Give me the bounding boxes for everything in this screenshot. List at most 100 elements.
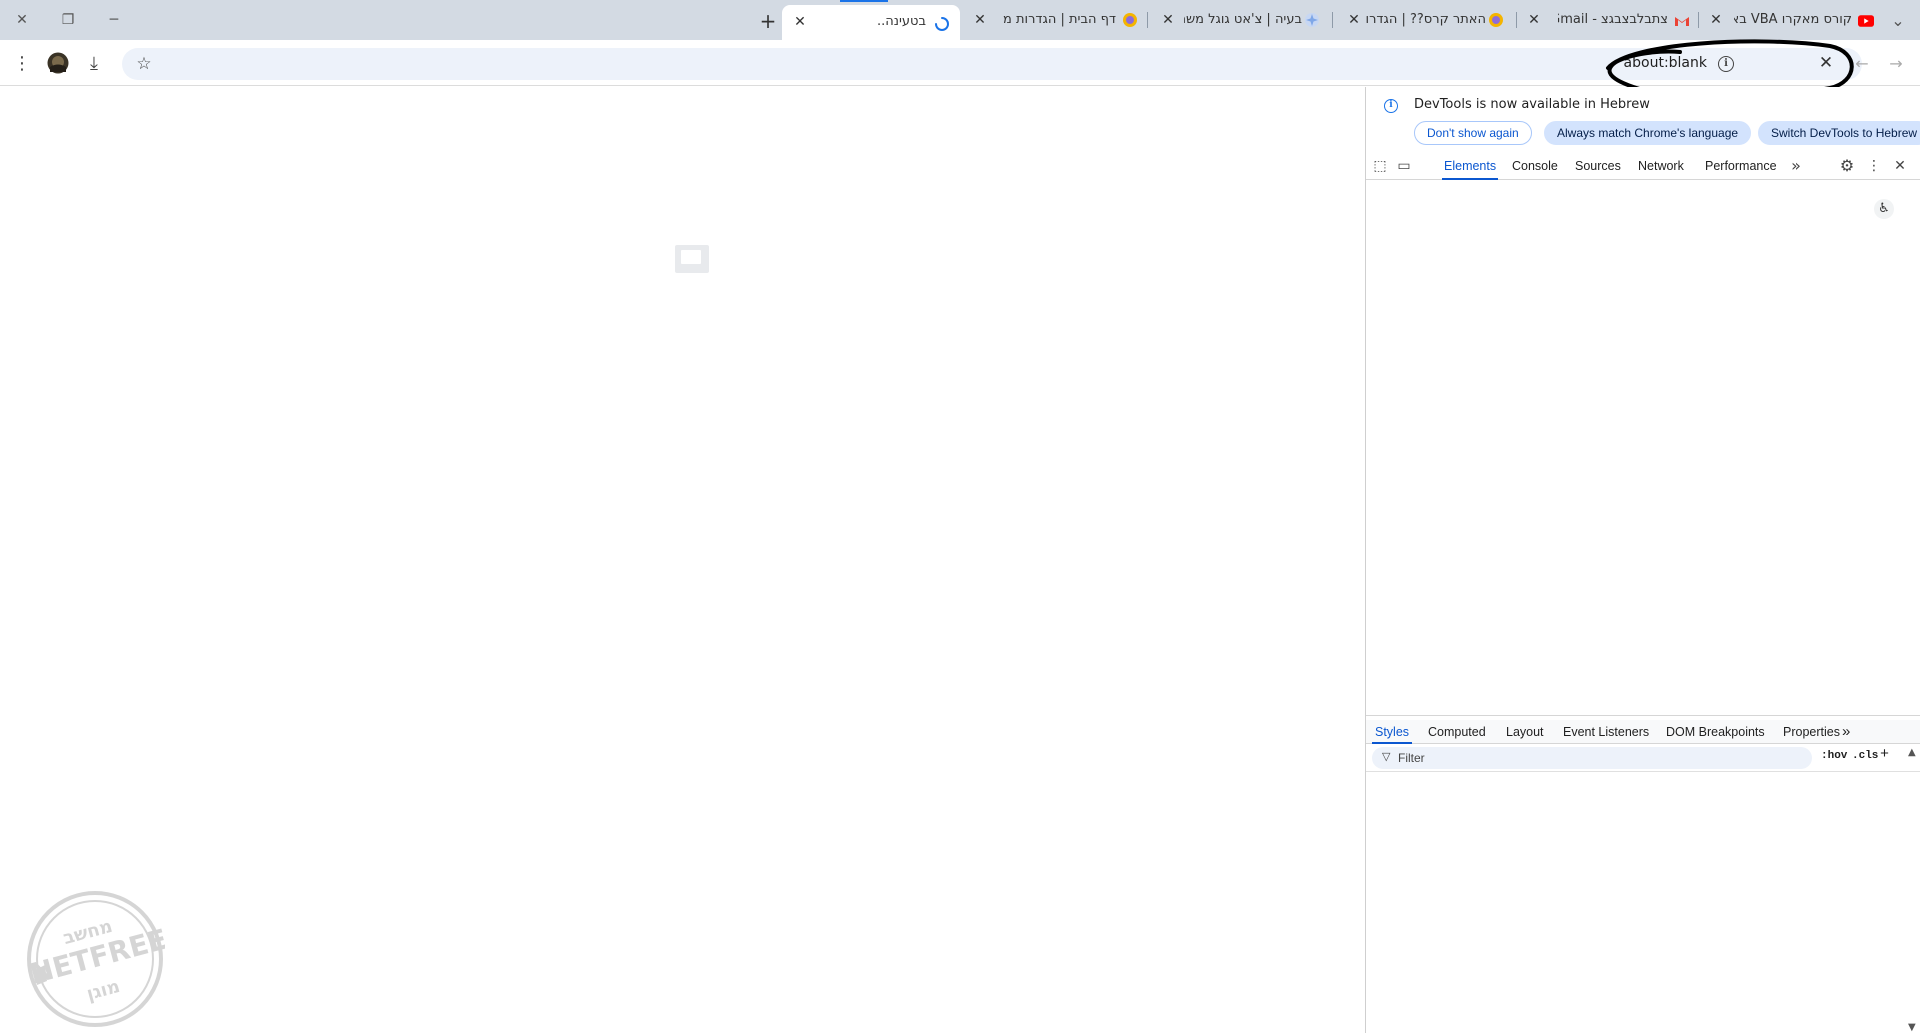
tab-console[interactable]: Console <box>1512 152 1558 180</box>
netfree-icon <box>1123 13 1137 27</box>
bookmark-button[interactable]: ☆ <box>130 50 158 78</box>
tab-separator <box>1698 12 1699 28</box>
tab-close-button[interactable]: ✕ <box>1526 12 1542 28</box>
dont-show-again-button[interactable]: Don't show again <box>1414 121 1532 145</box>
arrow-back-icon: ← <box>1855 53 1869 73</box>
gear-icon: ⚙ <box>1839 156 1855 175</box>
avatar <box>47 52 69 74</box>
tab-search-button[interactable]: ⌄ <box>1876 6 1920 34</box>
tab-close-button[interactable]: ✕ <box>1708 12 1724 28</box>
scroll-up-arrow[interactable]: ▲ <box>1908 747 1916 758</box>
panel-splitter[interactable] <box>1366 715 1920 716</box>
chevron-double-right-icon: » <box>1791 156 1801 175</box>
tab-home-settings[interactable]: ✕ דף הבית | הגדרות מחשב <box>970 7 1144 33</box>
tab-separator <box>1516 12 1517 28</box>
tab-strip: ✕ ❐ ─ + ✕ בטעינה... ✕ דף הבית | הגדרות מ… <box>0 0 1920 40</box>
tab-layout[interactable]: Layout <box>1506 720 1544 744</box>
tab-loading[interactable]: ✕ בטעינה... <box>782 5 960 40</box>
devtools-settings-button[interactable]: ⚙ <box>1839 158 1855 174</box>
infobar-message: DevTools is now available in Hebrew <box>1414 97 1650 112</box>
restore-window-button[interactable]: ❐ <box>46 6 90 34</box>
tab-event-listeners[interactable]: Event Listeners <box>1563 720 1649 744</box>
info-icon: i <box>1384 99 1398 113</box>
device-icon: ▭ <box>1397 158 1411 174</box>
minimize-icon: ─ <box>109 12 119 28</box>
tab-vba-course[interactable]: ✕ קורס מאקרו VBA באקסל <box>1706 7 1880 33</box>
tab-title: דף הבית | הגדרות מחשב <box>1002 12 1116 27</box>
accessibility-tree-button[interactable]: ♿ <box>1874 199 1894 219</box>
tab-google-chat[interactable]: ✕ בעיה | צ'אט גוגל משהו <box>1158 7 1332 33</box>
restore-icon: ❐ <box>61 12 75 28</box>
close-icon: ✕ <box>1818 53 1834 73</box>
url-text[interactable]: about:blank <box>1624 55 1707 71</box>
download-icon: ⤓ <box>90 52 98 74</box>
youtube-icon <box>1858 15 1874 27</box>
tab-title: בעיה | צ'אט גוגל משהו <box>1184 12 1302 27</box>
close-icon: ✕ <box>16 12 28 28</box>
tab-properties[interactable]: Properties <box>1783 720 1840 744</box>
accessibility-icon: ♿ <box>1878 201 1890 216</box>
filter-placeholder: Filter <box>1398 751 1425 765</box>
tab-sources[interactable]: Sources <box>1575 152 1621 180</box>
browser-window: ✕ ❐ ─ + ✕ בטעינה... ✕ דף הבית | הגדרות מ… <box>0 0 1920 1033</box>
device-toolbar-button[interactable]: ▭ <box>1396 158 1412 174</box>
tab-gmail[interactable]: ✕ צתבלבצבגצ - Gmail <box>1522 7 1696 33</box>
styles-pane-tabs: Styles Computed Layout Event Listeners D… <box>1366 720 1920 744</box>
inspect-element-button[interactable]: ⬚ <box>1372 158 1388 174</box>
always-match-language-button[interactable]: Always match Chrome's language <box>1544 121 1752 145</box>
tab-title: האתר קרס?? | הגדרות <box>1366 12 1486 27</box>
downloads-button[interactable]: ⤓ <box>80 49 108 77</box>
gmail-icon <box>1675 17 1689 26</box>
netfree-watermark-logo: מחשב NETFREE מוגן <box>26 891 165 1027</box>
tab-site-crashed[interactable]: ✕ האתר קרס?? | הגדרות <box>1342 7 1516 33</box>
tab-dom-breakpoints[interactable]: DOM Breakpoints <box>1666 720 1765 744</box>
back-button[interactable]: ← <box>1848 49 1876 77</box>
tab-title: צתבלבצבגצ - Gmail <box>1558 12 1668 27</box>
more-vert-icon: ⋮ <box>13 52 31 74</box>
tab-close-button[interactable]: ✕ <box>792 14 808 30</box>
scroll-down-arrow[interactable]: ▼ <box>1908 1022 1916 1033</box>
forward-button[interactable]: → <box>1882 49 1910 77</box>
browser-menu-button[interactable]: ⋮ <box>8 49 36 77</box>
filter-icon: ▽ <box>1382 750 1391 763</box>
tab-close-button[interactable]: ✕ <box>1160 12 1176 28</box>
tab-performance[interactable]: Performance <box>1705 152 1777 180</box>
more-subtabs-button[interactable]: » <box>1842 720 1850 744</box>
close-window-button[interactable]: ✕ <box>0 6 44 34</box>
tab-computed[interactable]: Computed <box>1428 720 1486 744</box>
address-bar[interactable]: ☆ about:blank i <box>122 48 1862 80</box>
tab-close-button[interactable]: ✕ <box>972 12 988 28</box>
tab-elements[interactable]: Elements <box>1442 152 1499 180</box>
devtools-main-tabs: ⬚ ▭ Elements Console Sources Network Per… <box>1366 152 1920 180</box>
hov-toggle-button[interactable]: :hov <box>1821 750 1847 762</box>
arrow-forward-icon: → <box>1889 53 1903 73</box>
devtools-language-infobar: i DevTools is now available in Hebrew Do… <box>1366 87 1920 147</box>
star-icon: ☆ <box>136 54 152 74</box>
new-style-rule-button[interactable]: + <box>1880 746 1889 763</box>
profile-button[interactable] <box>44 49 72 77</box>
devtools-panel: i DevTools is now available in Hebrew Do… <box>1365 87 1920 1033</box>
tab-close-button[interactable]: ✕ <box>1346 12 1362 28</box>
inspect-icon: ⬚ <box>1373 158 1387 174</box>
minimize-window-button[interactable]: ─ <box>92 6 136 34</box>
tab-network[interactable]: Network <box>1638 152 1684 180</box>
tab-styles[interactable]: Styles <box>1372 720 1413 744</box>
tab-title: קורס מאקרו VBA באקסל <box>1734 12 1852 27</box>
stop-loading-button[interactable]: ✕ <box>1812 49 1840 77</box>
cls-toggle-button[interactable]: .cls <box>1852 750 1878 762</box>
tab-separator <box>1332 12 1333 28</box>
broken-image-icon <box>675 245 709 273</box>
switch-to-hebrew-button[interactable]: Switch DevTools to Hebrew <box>1758 121 1920 145</box>
new-tab-button[interactable]: + <box>758 11 778 31</box>
more-tabs-button[interactable]: » <box>1788 158 1804 174</box>
loading-indicator <box>840 0 888 2</box>
devtools-menu-button[interactable]: ⋮ <box>1866 158 1882 174</box>
gemini-icon <box>1305 13 1319 27</box>
chevron-down-icon: ⌄ <box>1891 10 1905 30</box>
close-devtools-button[interactable]: ✕ <box>1892 158 1908 174</box>
more-vert-icon: ⋮ <box>1867 158 1881 174</box>
site-info-icon[interactable]: i <box>1718 56 1734 72</box>
styles-filter-input[interactable]: ▽ Filter <box>1372 747 1812 769</box>
chevron-double-right-icon: » <box>1842 723 1851 740</box>
svg-text:מוגן: מוגן <box>85 976 123 1005</box>
